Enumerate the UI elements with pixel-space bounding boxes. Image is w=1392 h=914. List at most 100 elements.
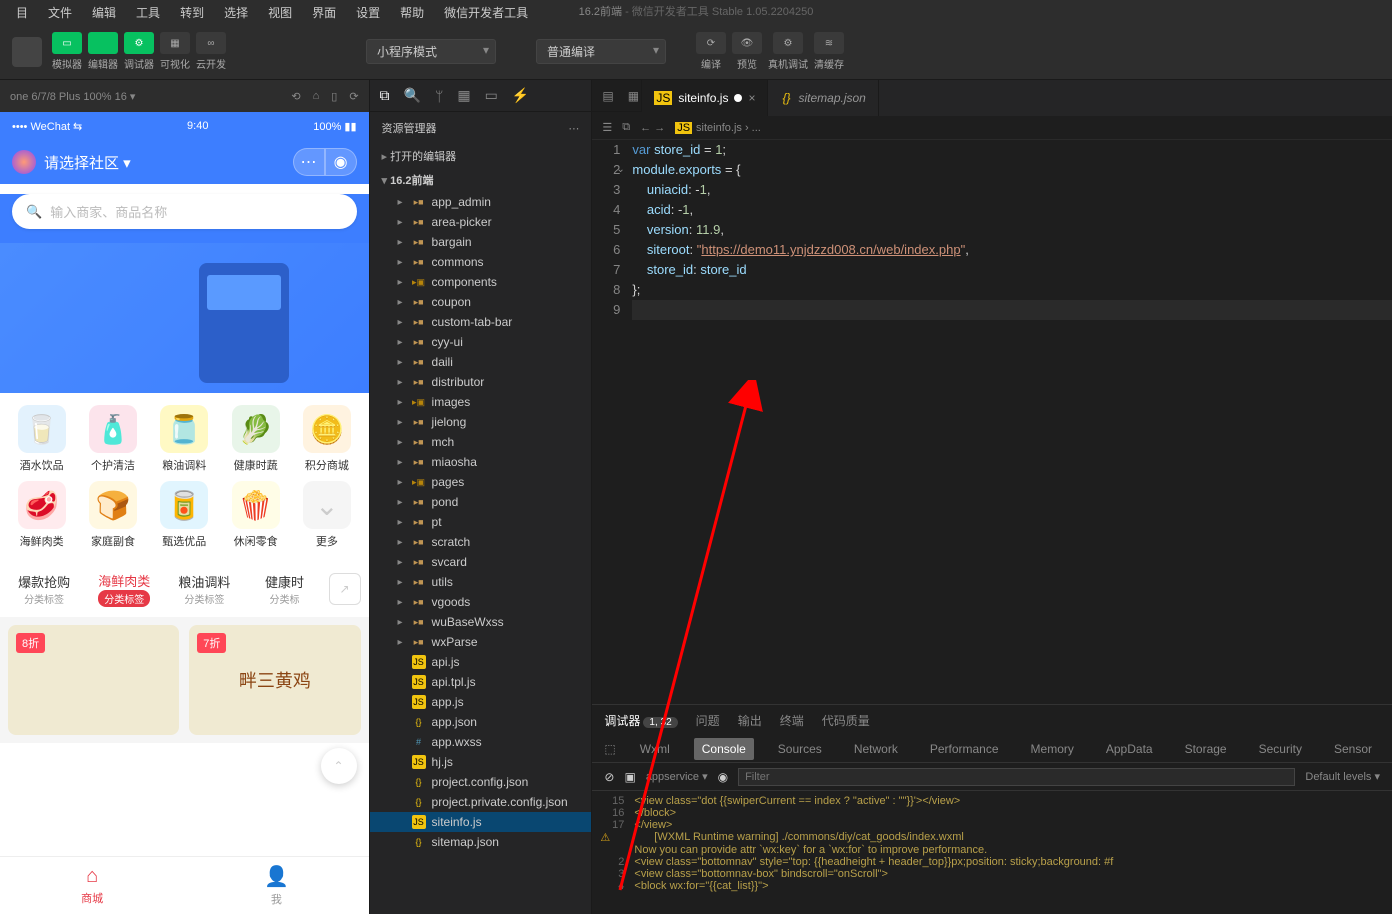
share-button[interactable]: ↗	[329, 573, 361, 605]
devtools-tab[interactable]: Performance	[922, 738, 1007, 760]
back-icon[interactable]: ←	[640, 122, 651, 134]
tree-item[interactable]: JShj.js	[370, 752, 592, 772]
tree-item[interactable]: {}project.private.config.json	[370, 792, 592, 812]
tree-item[interactable]: ▸▸■area-picker	[370, 212, 592, 232]
menu-item[interactable]: 文件	[40, 2, 80, 23]
toolbar-button[interactable]: ⟳编译	[696, 32, 726, 71]
build-icon[interactable]: ▭	[485, 87, 498, 104]
product-tab[interactable]: 粮油调料分类标签	[168, 572, 240, 606]
tree-item[interactable]: ▸▸■utils	[370, 572, 592, 592]
plug-icon[interactable]: ⚡	[512, 87, 529, 104]
menu-item[interactable]: 微信开发者工具	[436, 2, 536, 23]
menu-icon[interactable]: ⋯	[293, 148, 325, 176]
debug-tab[interactable]: 代码质量	[822, 712, 870, 729]
project-root[interactable]: 16.2前端	[370, 168, 592, 192]
category-item[interactable]: 🍞家庭副食	[79, 481, 146, 549]
tree-item[interactable]: ▸▸■app_admin	[370, 192, 592, 212]
menu-item[interactable]: 界面	[304, 2, 344, 23]
menu-item[interactable]: 帮助	[392, 2, 432, 23]
compile-dropdown[interactable]: 普通编译	[536, 39, 666, 64]
tabbar-item[interactable]: 👤我	[184, 857, 368, 914]
outline-icon[interactable]: ☰	[602, 121, 612, 134]
user-avatar[interactable]	[12, 150, 36, 174]
tree-item[interactable]: ▸▸■coupon	[370, 292, 592, 312]
tree-item[interactable]: ▸▸■distributor	[370, 372, 592, 392]
devtools-tab[interactable]: Memory	[1023, 738, 1082, 760]
split-icon[interactable]: ▤	[602, 89, 613, 103]
category-item[interactable]: 🥛酒水饮品	[8, 405, 75, 473]
menu-item[interactable]: 工具	[128, 2, 168, 23]
tree-item[interactable]: ▸▸▣pages	[370, 472, 592, 492]
inspect-icon[interactable]: ⬚	[604, 742, 615, 756]
tree-item[interactable]: {}sitemap.json	[370, 832, 592, 852]
tree-item[interactable]: JSsiteinfo.js	[370, 812, 592, 832]
refresh-icon[interactable]: ⟲	[291, 90, 300, 103]
top-icon[interactable]: ▣	[624, 770, 635, 784]
product-card[interactable]: 7折畔三黄鸡	[189, 625, 360, 735]
search-input[interactable]: 🔍 输入商家、商品名称	[12, 194, 357, 229]
menu-item[interactable]: 编辑	[84, 2, 124, 23]
product-tab[interactable]: 爆款抢购分类标签	[8, 572, 80, 606]
tree-item[interactable]: ▸▸■miaosha	[370, 452, 592, 472]
devtools-tab[interactable]: Sources	[770, 738, 830, 760]
open-editors-section[interactable]: 打开的编辑器	[370, 144, 592, 168]
search-icon[interactable]: 🔍	[404, 87, 421, 104]
code-editor[interactable]: 123456789 var store_id = 1;⌄module.expor…	[592, 140, 1392, 704]
category-item[interactable]: 🥬健康时蔬	[222, 405, 289, 473]
close-icon[interactable]: ×	[748, 91, 755, 105]
menu-item[interactable]: 设置	[348, 2, 388, 23]
category-item[interactable]: 🥩海鲜肉类	[8, 481, 75, 549]
product-card[interactable]: 8折	[8, 625, 179, 735]
tree-item[interactable]: ▸▸■commons	[370, 252, 592, 272]
toolbar-button[interactable]: ⚙调试器	[124, 32, 154, 71]
category-item[interactable]: 🪙积分商城	[293, 405, 360, 473]
forward-icon[interactable]: →	[654, 122, 665, 134]
branch-icon[interactable]: ᛘ	[435, 88, 443, 104]
toolbar-button[interactable]: ▭模拟器	[52, 32, 82, 71]
menu-item[interactable]: 转到	[172, 2, 212, 23]
console-output[interactable]: 15 <view class="dot {{swiperCurrent == i…	[592, 791, 1392, 914]
rotate-icon[interactable]: ⟳	[349, 90, 358, 103]
community-selector[interactable]: 请选择社区 ▾	[44, 152, 131, 173]
toolbar-button[interactable]: 👁预览	[732, 32, 762, 71]
category-item[interactable]: 🫙粮油调料	[151, 405, 218, 473]
tree-item[interactable]: ▸▸■cyy-ui	[370, 332, 592, 352]
eye-icon[interactable]: ◉	[718, 770, 728, 784]
devtools-tab[interactable]: Network	[846, 738, 906, 760]
mode-dropdown[interactable]: 小程序模式	[366, 39, 496, 64]
tree-item[interactable]: ▸▸■daili	[370, 352, 592, 372]
editor-tab[interactable]: {}sitemap.json	[768, 80, 878, 116]
toolbar-button[interactable]: 编辑器	[88, 32, 118, 71]
filter-input[interactable]	[738, 768, 1295, 786]
debug-tab[interactable]: 终端	[780, 712, 804, 729]
debug-tab[interactable]: 调试器1, 32	[604, 712, 677, 729]
tree-item[interactable]: ▸▸■jielong	[370, 412, 592, 432]
tree-item[interactable]: {}app.json	[370, 712, 592, 732]
category-item[interactable]: ⌄更多	[293, 481, 360, 549]
clear-icon[interactable]: ⊘	[604, 770, 614, 784]
tabbar-item[interactable]: ⌂商城	[0, 857, 184, 914]
scroll-top-button[interactable]: ⌃	[321, 748, 357, 784]
tree-item[interactable]: {}project.config.json	[370, 772, 592, 792]
devtools-tab[interactable]: Sensor	[1326, 738, 1380, 760]
levels-selector[interactable]: Default levels ▾	[1305, 770, 1380, 783]
extension-icon[interactable]: ▦	[457, 87, 470, 104]
avatar[interactable]	[12, 37, 42, 67]
tree-item[interactable]: ▸▸■vgoods	[370, 592, 592, 612]
product-tab[interactable]: 健康时分类标	[248, 572, 320, 606]
toolbar-button[interactable]: ∞云开发	[196, 32, 226, 71]
context-selector[interactable]: appservice ▾	[646, 770, 708, 783]
editor-tab[interactable]: JSsiteinfo.js×	[642, 80, 768, 116]
tree-item[interactable]: JSapp.js	[370, 692, 592, 712]
tree-item[interactable]: ▸▸■custom-tab-bar	[370, 312, 592, 332]
menu-item[interactable]: 目	[8, 2, 36, 23]
devtools-tab[interactable]: Wxml	[632, 738, 678, 760]
menu-item[interactable]: 选择	[216, 2, 256, 23]
category-item[interactable]: 🥫甄选优品	[151, 481, 218, 549]
tree-item[interactable]: ▸▸▣images	[370, 392, 592, 412]
debug-tab[interactable]: 输出	[738, 712, 762, 729]
banner[interactable]	[0, 243, 369, 393]
tree-item[interactable]: ▸▸■wxParse	[370, 632, 592, 652]
tree-item[interactable]: ▸▸▣components	[370, 272, 592, 292]
category-item[interactable]: 🧴个护清洁	[79, 405, 146, 473]
